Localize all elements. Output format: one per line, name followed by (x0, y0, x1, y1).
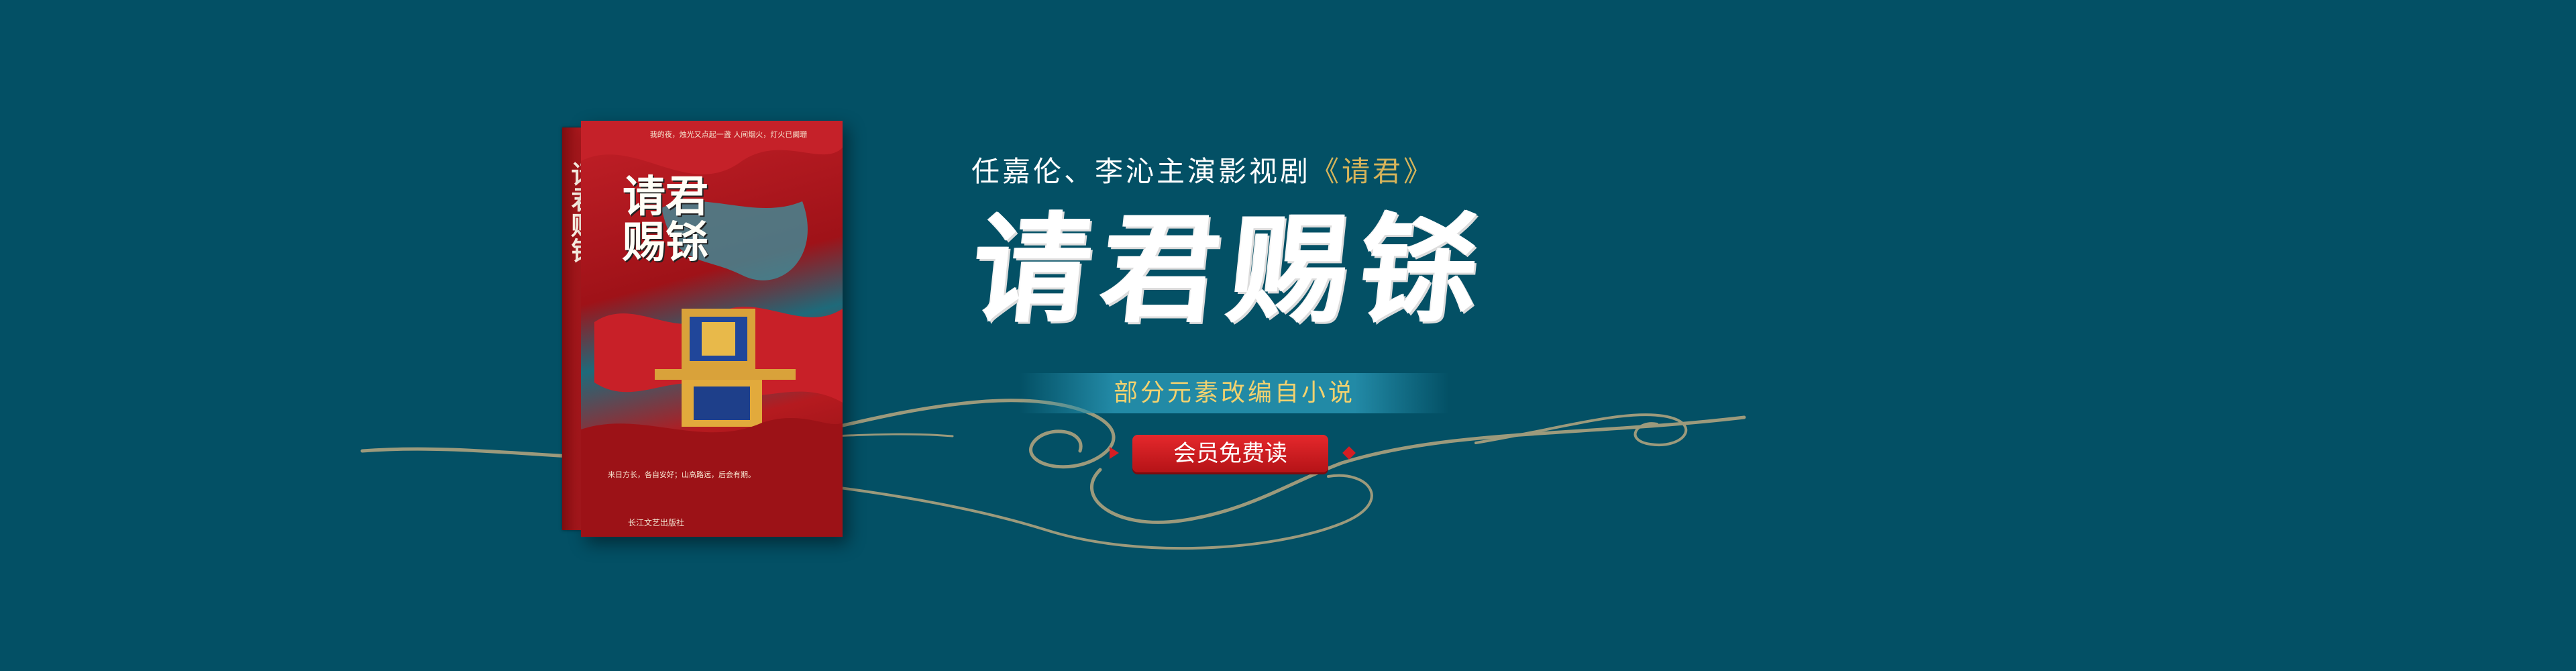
book-cover-title: 请君赐铩 (623, 172, 708, 268)
book-publisher: 长江文艺出版社 (628, 518, 685, 527)
triangle-arrow-icon (1110, 447, 1119, 459)
headline-prefix: 任嘉伦、李沁主演影视剧 (971, 155, 1311, 188)
drama-title: 《请君》 (1311, 155, 1435, 188)
book-spine: 请君赐铩 (562, 127, 597, 530)
headline: 任嘉伦、李沁主演影视剧《请君》 (971, 149, 1434, 190)
book-blurb: 来日方长，各自安好；山高路远，后会有期。 (608, 470, 755, 479)
ribbon-text: 部分元素改编自小说 (1113, 379, 1355, 407)
calligraphy-title: 请君赐铩 (966, 200, 1496, 339)
book-front-cover: 我的夜，烛光又点起一盏 人间烟火，灯火已阑珊 请君赐铩 来日方长，各自安好；山高… (581, 121, 843, 537)
promo-banner[interactable]: 请君赐铩 我的夜，烛光又点起一盏 人间烟火，灯火已阑珊 请君赐铩 来日方长，各自… (0, 0, 2576, 671)
book-cover-image[interactable]: 请君赐铩 我的夜，烛光又点起一盏 人间烟火，灯火已阑珊 请君赐铩 来日方长，各自… (562, 121, 844, 537)
book-tagline: 我的夜，烛光又点起一盏 人间烟火，灯火已阑珊 (649, 130, 808, 139)
read-free-button[interactable]: 会员免费读 (1132, 435, 1328, 472)
